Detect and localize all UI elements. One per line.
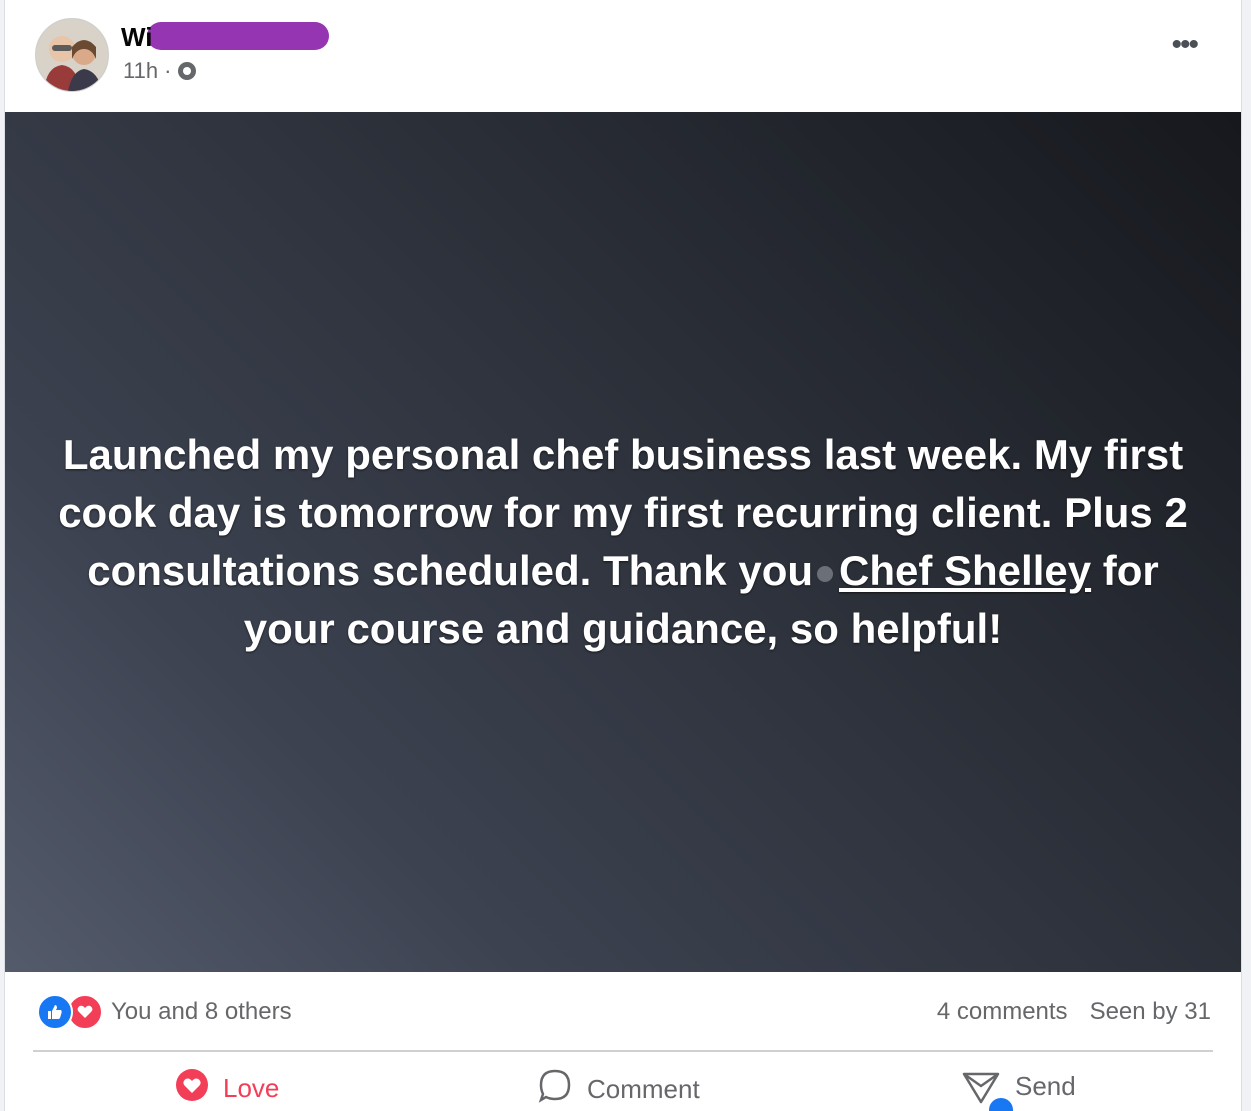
heart-icon — [175, 1068, 209, 1109]
post-header: Wi 11h · ••• — [5, 0, 1241, 112]
stats-right: 4 comments Seen by 31 — [937, 998, 1211, 1026]
post-text: Launched my personal chef business last … — [43, 426, 1203, 658]
mention-link[interactable]: Chef Shelley — [839, 547, 1091, 594]
post-meta: 11h · — [123, 58, 197, 84]
reaction-summary[interactable]: You and 8 others — [37, 994, 292, 1030]
post-background: Launched my personal chef business last … — [5, 112, 1241, 972]
comment-label: Comment — [587, 1074, 700, 1104]
like-reaction-icon — [37, 994, 73, 1030]
love-label: Love — [223, 1073, 280, 1103]
notification-dot — [989, 1098, 1013, 1111]
name-redaction — [147, 22, 329, 50]
post-card: Wi 11h · ••• Launched my personal chef b… — [4, 0, 1242, 1111]
action-bar: Love Comment Send — [5, 1056, 1241, 1111]
comment-icon — [537, 1068, 573, 1111]
avatar-photo — [36, 19, 108, 91]
reactors-text[interactable]: You and 8 others — [111, 998, 292, 1026]
love-button[interactable]: Love — [175, 1068, 279, 1109]
meta-separator: · — [164, 58, 172, 83]
more-options-button[interactable]: ••• — [1171, 28, 1198, 61]
reaction-stats-bar: You and 8 others 4 comments Seen by 31 — [5, 972, 1241, 1050]
send-label: Send — [1015, 1070, 1076, 1101]
mention-avatar-icon — [817, 565, 834, 582]
send-button[interactable]: Send — [961, 1068, 1076, 1111]
comments-count[interactable]: 4 comments — [937, 998, 1068, 1026]
globe-icon — [177, 61, 197, 81]
comment-button[interactable]: Comment — [537, 1068, 700, 1111]
seen-count[interactable]: Seen by 31 — [1090, 998, 1211, 1026]
post-timestamp[interactable]: 11h — [123, 58, 158, 84]
send-icon — [961, 1068, 1013, 1111]
author-name-visible[interactable]: Wi — [121, 22, 153, 52]
more-icon: ••• — [1171, 28, 1198, 61]
avatar[interactable] — [35, 18, 109, 92]
author-name[interactable]: Wi — [121, 22, 153, 53]
divider — [33, 1050, 1213, 1052]
